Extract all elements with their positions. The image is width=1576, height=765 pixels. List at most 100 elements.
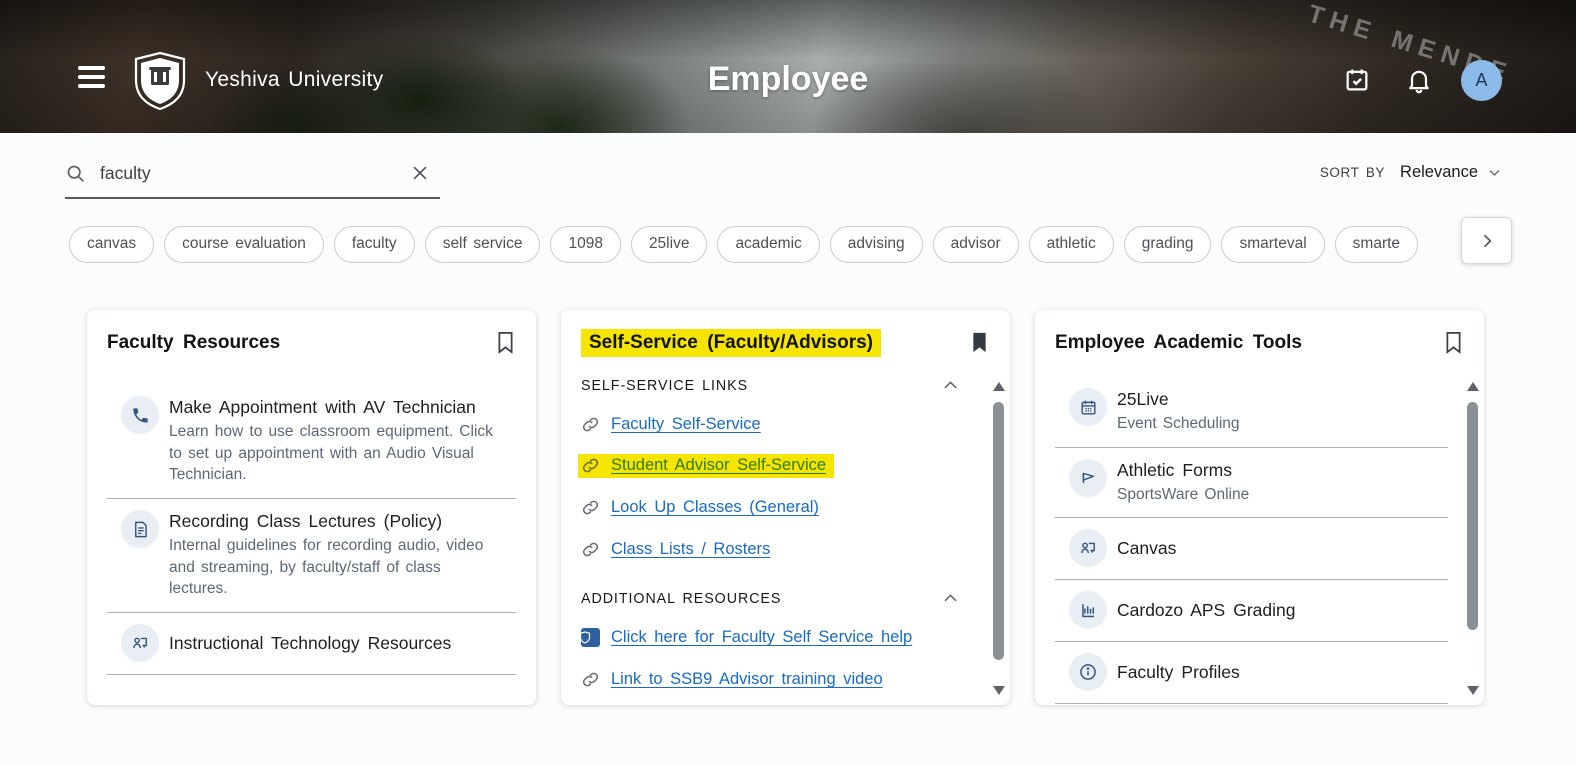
- pennant-icon: [1069, 459, 1107, 497]
- sort-by-dropdown[interactable]: SORT BY Relevance: [1320, 163, 1502, 182]
- link-label[interactable]: Link to SSB9 Advisor training video: [611, 670, 883, 689]
- chip-smarteval[interactable]: smarteval: [1221, 226, 1324, 263]
- list-item-review-1098t-w9s[interactable]: Review 1098T W9S Forms: [1055, 704, 1448, 705]
- clear-search-icon[interactable]: [410, 163, 430, 183]
- link-ssb9-advisor-training-video[interactable]: Link to SSB9 Advisor training video: [581, 667, 960, 692]
- item-title: Canvas: [1117, 538, 1176, 559]
- list-item-25live[interactable]: 25Live Event Scheduling: [1055, 377, 1448, 448]
- item-title: Recording Class Lectures (Policy): [169, 511, 499, 532]
- chip-athletic[interactable]: athletic: [1029, 226, 1114, 263]
- link-icon: [581, 456, 600, 475]
- link-icon: [581, 498, 600, 517]
- scrollbar-thumb[interactable]: [993, 402, 1004, 660]
- notifications-bell-icon[interactable]: [1405, 66, 1433, 94]
- user-avatar[interactable]: A: [1461, 60, 1502, 101]
- chip-course-evaluation[interactable]: course evaluation: [164, 226, 324, 263]
- item-title: Faculty Profiles: [1117, 662, 1240, 683]
- item-subtitle: SportsWare Online: [1117, 484, 1249, 506]
- card-title: Faculty Resources: [107, 332, 280, 354]
- item-title: Cardozo APS Grading: [1117, 600, 1295, 621]
- card-title-highlighted: Self-Service (Faculty/Advisors): [581, 329, 881, 357]
- link-student-advisor-self-service[interactable]: Student Advisor Self-Service: [578, 454, 834, 478]
- item-title: Athletic Forms: [1117, 460, 1249, 481]
- page-title: Employee: [0, 60, 1576, 99]
- list-item-cardozo-aps-grading[interactable]: Cardozo APS Grading: [1055, 580, 1448, 642]
- card-title: Employee Academic Tools: [1055, 332, 1302, 354]
- yu-shield-favicon-icon: [581, 628, 600, 647]
- chip-advisor[interactable]: advisor: [933, 226, 1019, 263]
- filter-chips-row: canvas course evaluation faculty self se…: [69, 221, 1514, 267]
- info-icon: [1069, 653, 1107, 691]
- phone-icon: [121, 396, 159, 434]
- list-item-athletic-forms[interactable]: Athletic Forms SportsWare Online: [1055, 448, 1448, 519]
- link-icon: [581, 415, 600, 434]
- list-item-canvas[interactable]: Canvas: [1055, 518, 1448, 580]
- chip-canvas[interactable]: canvas: [69, 226, 154, 263]
- item-subtitle: Event Scheduling: [1117, 413, 1240, 435]
- link-faculty-self-service-help[interactable]: Click here for Faculty Self Service help: [581, 625, 960, 650]
- collapse-chevron-up-icon[interactable]: [941, 376, 960, 395]
- item-description: Internal guidelines for recording audio,…: [169, 535, 499, 600]
- link-icon: [581, 540, 600, 559]
- scroll-up-arrow[interactable]: [993, 382, 1005, 391]
- card-scrollbar: [992, 378, 1006, 699]
- scroll-up-arrow[interactable]: [1467, 382, 1479, 391]
- sort-by-value: Relevance: [1400, 163, 1478, 182]
- sort-by-label: SORT BY: [1320, 165, 1385, 180]
- scroll-down-arrow[interactable]: [1467, 686, 1479, 695]
- tasks-calendar-icon[interactable]: [1343, 66, 1371, 94]
- bookmark-icon[interactable]: [495, 330, 516, 355]
- calendar-icon: [1069, 388, 1107, 426]
- instructor-icon: [121, 624, 159, 662]
- link-class-lists-rosters[interactable]: Class Lists / Rosters: [581, 537, 960, 562]
- item-title: Make Appointment with AV Technician: [169, 397, 499, 418]
- section-header: ADDITIONAL RESOURCES: [581, 590, 781, 607]
- search-results-cards: Faculty Resources Make Appointment with …: [87, 310, 1484, 705]
- search-field: [65, 149, 440, 199]
- section-self-service-links: SELF-SERVICE LINKS: [581, 376, 960, 395]
- search-input[interactable]: [100, 163, 410, 184]
- link-look-up-classes[interactable]: Look Up Classes (General): [581, 495, 960, 520]
- chevron-down-icon: [1487, 165, 1502, 180]
- list-item-instructional-technology[interactable]: Instructional Technology Resources: [107, 613, 516, 675]
- scroll-down-arrow[interactable]: [993, 686, 1005, 695]
- link-faculty-self-service[interactable]: Faculty Self-Service: [581, 412, 960, 437]
- instructor-icon: [1069, 529, 1107, 567]
- bookmark-filled-icon[interactable]: [969, 330, 990, 355]
- item-title: Instructional Technology Resources: [169, 633, 451, 654]
- chevron-right-icon: [1477, 231, 1497, 251]
- avatar-initial: A: [1475, 70, 1487, 91]
- card-faculty-resources: Faculty Resources Make Appointment with …: [87, 310, 536, 705]
- document-icon: [121, 510, 159, 548]
- link-label-highlighted[interactable]: Student Advisor Self-Service: [611, 456, 826, 475]
- link-label[interactable]: Look Up Classes (General): [611, 498, 819, 517]
- link-label[interactable]: Class Lists / Rosters: [611, 540, 770, 559]
- bookmark-icon[interactable]: [1443, 330, 1464, 355]
- list-item-av-technician[interactable]: Make Appointment with AV Technician Lear…: [107, 385, 516, 499]
- chip-grading[interactable]: grading: [1124, 226, 1212, 263]
- search-icon: [65, 163, 86, 184]
- section-header: SELF-SERVICE LINKS: [581, 377, 748, 394]
- chip-faculty[interactable]: faculty: [334, 226, 415, 263]
- link-label[interactable]: Click here for Faculty Self Service help: [611, 628, 912, 647]
- chip-25live[interactable]: 25live: [631, 226, 708, 263]
- chips-scroll-right-button[interactable]: [1461, 217, 1512, 264]
- chip-self-service[interactable]: self service: [425, 226, 541, 263]
- card-scrollbar: [1466, 378, 1480, 699]
- card-self-service: Self-Service (Faculty/Advisors) SELF-SER…: [561, 310, 1010, 705]
- chip-1098[interactable]: 1098: [550, 226, 620, 263]
- link-label[interactable]: Faculty Self-Service: [611, 415, 761, 434]
- bar-chart-icon: [1069, 591, 1107, 629]
- scrollbar-thumb[interactable]: [1467, 402, 1478, 630]
- chip-academic[interactable]: academic: [717, 226, 819, 263]
- chip-advising[interactable]: advising: [830, 226, 923, 263]
- item-title: 25Live: [1117, 389, 1240, 410]
- list-item-faculty-profiles[interactable]: Faculty Profiles: [1055, 642, 1448, 704]
- card-employee-academic-tools: Employee Academic Tools 25Live Event Sch…: [1035, 310, 1484, 705]
- section-additional-resources: ADDITIONAL RESOURCES: [581, 589, 960, 608]
- app-header: THE MENDE Yeshiva University Employee A: [0, 0, 1576, 133]
- list-item-recording-lectures[interactable]: Recording Class Lectures (Policy) Intern…: [107, 499, 516, 613]
- collapse-chevron-up-icon[interactable]: [941, 589, 960, 608]
- chip-smarteval-2[interactable]: smarte: [1335, 226, 1418, 263]
- link-icon: [581, 670, 600, 689]
